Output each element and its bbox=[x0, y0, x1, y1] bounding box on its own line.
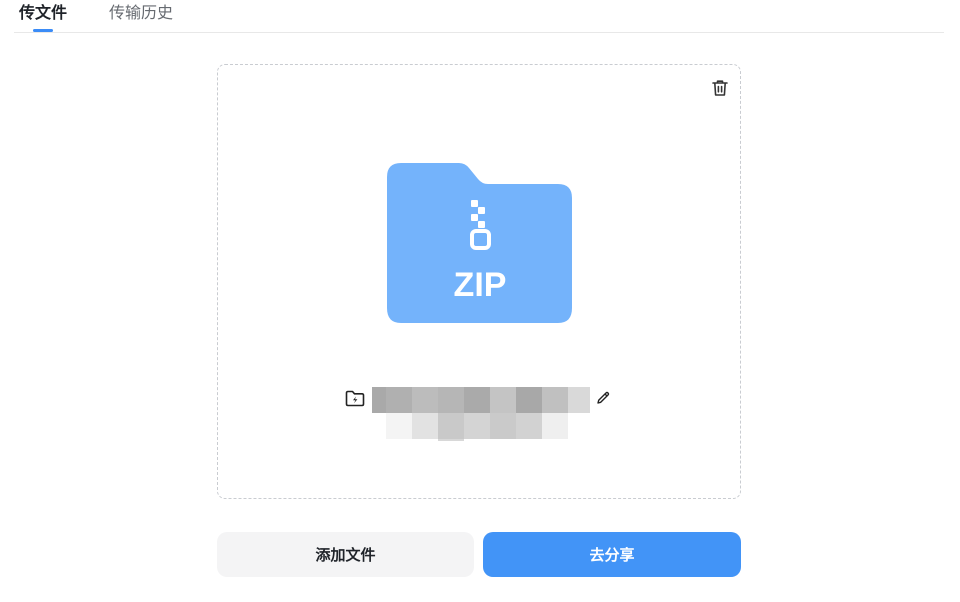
file-drop-panel[interactable]: ZIP bbox=[217, 64, 741, 499]
trash-icon[interactable] bbox=[709, 77, 731, 99]
tab-bar: 传文件 传输历史 bbox=[14, 0, 944, 33]
active-tab-indicator bbox=[33, 29, 53, 32]
zip-label: ZIP bbox=[454, 266, 507, 304]
share-button[interactable]: 去分享 bbox=[483, 532, 741, 577]
file-name-row bbox=[218, 387, 740, 409]
add-file-button[interactable]: 添加文件 bbox=[217, 532, 474, 577]
pencil-icon[interactable] bbox=[594, 389, 612, 407]
tab-history[interactable]: 传输历史 bbox=[109, 3, 173, 23]
folder-icon[interactable] bbox=[345, 389, 365, 407]
tab-upload[interactable]: 传文件 bbox=[19, 3, 67, 23]
zip-folder-icon: ZIP bbox=[387, 163, 573, 325]
